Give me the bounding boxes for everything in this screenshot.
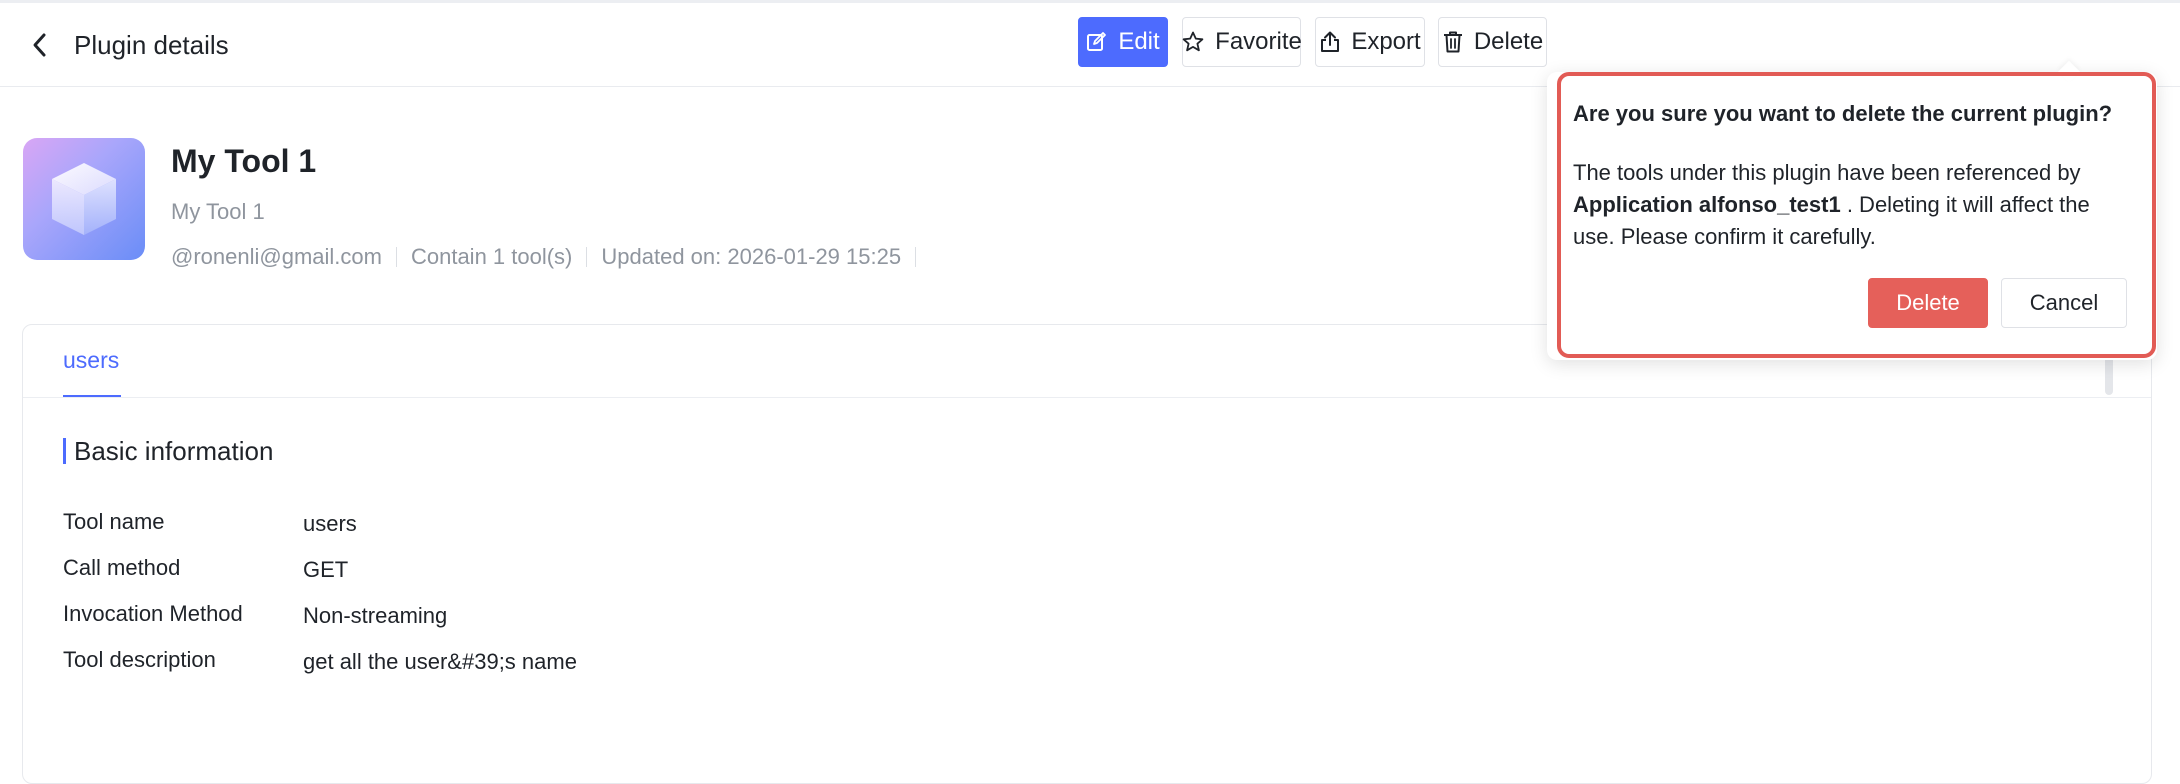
plugin-meta: @ronenli@gmail.com Contain 1 tool(s) Upd…: [171, 243, 930, 271]
delete-confirm-popover: Are you sure you want to delete the curr…: [1547, 60, 2157, 360]
star-icon: [1182, 31, 1204, 52]
cube-icon: [52, 163, 116, 235]
favorite-button[interactable]: Favorite: [1182, 17, 1302, 67]
info-value: GET: [303, 557, 349, 582]
trash-icon: [1443, 31, 1462, 53]
plugin-description: My Tool 1: [171, 199, 265, 224]
arrow-left-icon: [33, 33, 46, 57]
export-button[interactable]: Export: [1315, 17, 1425, 67]
info-key: Call method: [63, 555, 181, 580]
tabs-scrollbar[interactable]: [2105, 355, 2113, 395]
edit-button[interactable]: Edit: [1078, 17, 1168, 67]
info-value: users: [303, 511, 357, 536]
info-key: Tool name: [63, 509, 165, 534]
plugin-name: My Tool 1: [171, 143, 317, 179]
section-accent-bar: [63, 438, 66, 464]
edit-icon: [1087, 32, 1107, 51]
section-title: Basic information: [74, 436, 274, 466]
confirm-message: The tools under this plugin have been re…: [1573, 157, 2133, 253]
page-title: Plugin details: [74, 30, 229, 60]
delete-button[interactable]: Delete: [1438, 17, 1547, 67]
confirm-delete-button[interactable]: Delete: [1868, 278, 1988, 328]
meta-divider: [395, 247, 397, 267]
confirm-title: Are you sure you want to delete the curr…: [1573, 101, 2113, 126]
meta-divider: [586, 247, 588, 267]
referenced-application: Application alfonso_test1: [1573, 192, 1841, 217]
active-tab-indicator: [63, 395, 121, 397]
confirm-message-prefix: The tools under this plugin have been re…: [1573, 160, 2081, 185]
meta-divider: [915, 247, 917, 267]
plugin-author: @ronenli@gmail.com: [171, 244, 382, 269]
info-key: Tool description: [63, 647, 216, 672]
section-basic-information: Basic information: [63, 435, 273, 467]
plugin-tool-count: Contain 1 tool(s): [410, 244, 573, 269]
export-icon: [1321, 31, 1340, 52]
tool-detail-card: users Basic information Tool name users …: [22, 324, 2152, 784]
back-button[interactable]: [24, 29, 56, 61]
plugin-updated: Updated on: 2026-01-29 15:25: [601, 244, 902, 269]
info-value: Non-streaming: [303, 603, 448, 628]
info-key: Invocation Method: [63, 601, 243, 626]
cancel-button[interactable]: Cancel: [2001, 278, 2127, 328]
tab-users[interactable]: users: [63, 347, 119, 374]
favorite-button-label: Favorite: [1215, 28, 1302, 55]
plugin-logo: [23, 138, 145, 260]
export-button-label: Export: [1351, 28, 1421, 55]
delete-button-label: Delete: [1473, 28, 1544, 55]
edit-button-label: Edit: [1118, 28, 1160, 55]
info-value: get all the user&#39;s name: [303, 649, 577, 674]
